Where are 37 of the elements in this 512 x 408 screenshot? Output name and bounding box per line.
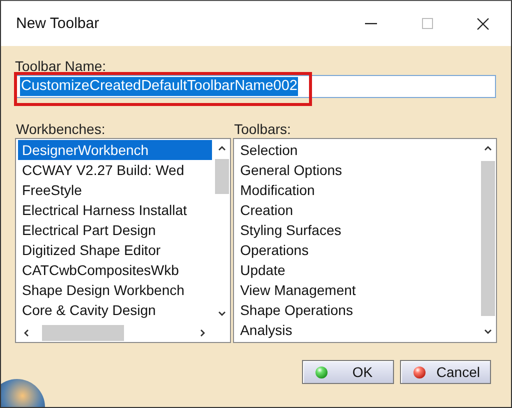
field-value: CustomizeCreatedDefaultToolbarName002 [20, 77, 298, 96]
list-item[interactable]: Styling Surfaces [236, 220, 478, 240]
list-item[interactable]: Digitized Shape Editor [18, 240, 212, 260]
list-item[interactable]: View Management [236, 280, 478, 300]
list-item[interactable]: DesignerWorkbench [18, 140, 212, 160]
window-title: New Toolbar [16, 15, 100, 32]
list-item[interactable]: Update [236, 260, 478, 280]
list-item[interactable]: Creation [236, 200, 478, 220]
scroll-thumb[interactable] [215, 159, 230, 194]
scroll-thumb[interactable] [42, 325, 124, 341]
dialog-button[interactable]: OK [302, 360, 394, 384]
ball-icon [315, 366, 328, 378]
list-box[interactable]: DesignerWorkbench CCWAY V2.27 Build: Wed FreeStyle Electrical Harness Installat Electrical Part Design Digitized Shape Editor CATCwbCompositesWkb Shape Design Workbench Core & Cavity Design [15, 138, 232, 343]
maximize-icon [422, 18, 432, 29]
close-icon [477, 18, 489, 30]
list-item[interactable]: FreeStyle [18, 180, 212, 200]
list-item[interactable]: Modification [236, 180, 478, 200]
toolbar-name-field[interactable]: CustomizeCreatedDefaultToolbarName002 [16, 75, 496, 98]
list-item[interactable]: Operations [236, 240, 478, 260]
list-box[interactable]: Selection General Options Modification Creation Styling Surfaces Operations Update View Management Shape Operations Analysis [233, 138, 497, 343]
ball-icon [413, 366, 426, 378]
list-item[interactable]: CATCwbCompositesWkb [18, 260, 212, 280]
list-item[interactable]: General Options [236, 160, 478, 180]
list-item[interactable]: Shape Design Workbench [18, 280, 212, 300]
list-label: Workbenches: [15, 121, 106, 137]
list-item[interactable]: Electrical Harness Installat [18, 200, 212, 220]
scroll-thumb[interactable] [481, 161, 495, 316]
list-item[interactable]: Electrical Part Design [18, 220, 212, 240]
list-item[interactable]: Analysis [236, 320, 478, 340]
list-item[interactable]: CCWAY V2.27 Build: Wed [18, 160, 212, 180]
field-label: Toolbar Name: [15, 58, 108, 74]
minimize-icon [365, 22, 377, 24]
list-label: Toolbars: [233, 121, 292, 137]
list-item[interactable]: Core & Cavity Design [18, 300, 212, 320]
dialog-button[interactable]: Cancel [400, 360, 491, 384]
list-item[interactable]: Shape Operations [236, 300, 478, 320]
list-item[interactable]: Selection [236, 140, 478, 160]
